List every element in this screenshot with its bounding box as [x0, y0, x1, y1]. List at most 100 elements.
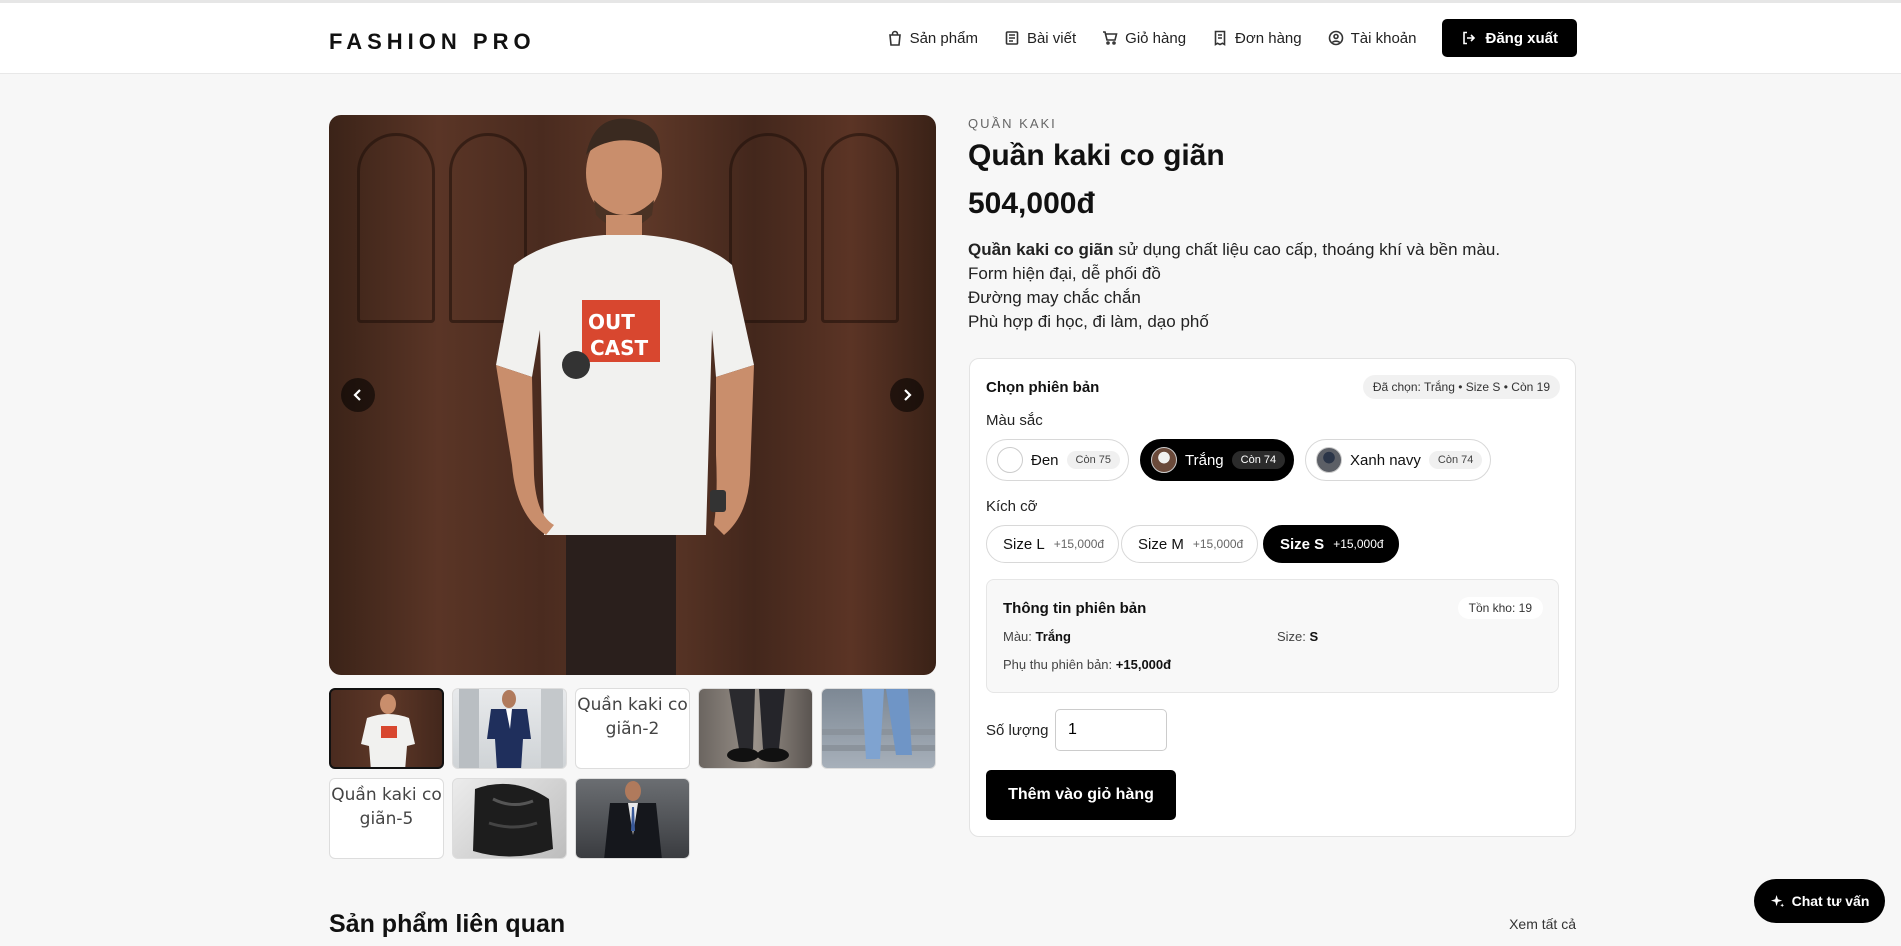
nav-products[interactable]: Sản phẩm	[887, 30, 978, 47]
nav-account-label: Tài khoản	[1350, 29, 1417, 47]
color-option-black[interactable]: Đen Còn 75	[986, 439, 1130, 481]
size-name: Size L	[1003, 535, 1045, 553]
selected-summary-badge: Đã chọn: Trắng • Size S • Còn 19	[1362, 375, 1560, 399]
prev-image-button[interactable]	[341, 378, 375, 412]
product-description: Quần kaki co giãn sử dụng chất liệu cao …	[968, 238, 1500, 334]
color-stock: Còn 75	[1066, 451, 1121, 469]
cart-icon	[1103, 31, 1118, 45]
color-name: Trắng	[1185, 451, 1224, 469]
info-surcharge-value: +15,000đ	[1115, 657, 1172, 672]
thumbnail-4[interactable]	[698, 688, 813, 769]
color-name: Đen	[1031, 451, 1059, 469]
thumbnail-2[interactable]	[452, 688, 567, 769]
thumbnail-photo	[822, 689, 935, 759]
info-size-key: Size:	[1277, 629, 1306, 644]
main-nav: Sản phẩm Bài viết Giỏ hàng Đơn hàng Tài …	[887, 19, 1577, 57]
thumbnail-photo	[473, 783, 553, 857]
nav-orders[interactable]: Đơn hàng	[1212, 30, 1302, 47]
description-text: sử dụng chất liệu cao cấp, thoáng khí và…	[1113, 240, 1501, 259]
bag-icon	[888, 30, 901, 46]
thumbnail-7[interactable]	[452, 778, 567, 859]
thumbnail-alt-text: Quần kaki co giãn-2	[577, 695, 688, 739]
description-line: Đường may chắc chắn	[968, 288, 1141, 307]
info-size: Size: S	[1277, 629, 1318, 644]
door-panel	[357, 133, 435, 323]
nav-articles-label: Bài viết	[1026, 29, 1077, 47]
receipt-icon	[1214, 30, 1226, 46]
description-line: Phù hợp đi học, đi làm, dạo phố	[968, 312, 1209, 331]
nav-orders-label: Đơn hàng	[1235, 29, 1302, 47]
thumbnail-photo	[727, 689, 789, 762]
nav-account[interactable]: Tài khoản	[1328, 29, 1417, 47]
thumbnail-1[interactable]	[329, 688, 444, 769]
article-icon	[1005, 31, 1019, 45]
variant-card: Chọn phiên bản Đã chọn: Trắng • Size S •…	[969, 358, 1576, 837]
variant-info-box: Thông tin phiên bản Tồn kho: 19 Màu: Trắ…	[986, 579, 1559, 693]
thumbnail-photo	[361, 694, 415, 767]
quantity-label: Số lượng	[986, 722, 1049, 739]
color-label: Màu sắc	[986, 412, 1043, 429]
color-swatch	[1316, 447, 1342, 473]
see-all-link[interactable]: Xem tất cả	[1509, 916, 1576, 932]
size-surcharge: +15,000đ	[1192, 537, 1244, 551]
logout-label: Đăng xuất	[1485, 29, 1558, 47]
size-surcharge: +15,000đ	[1333, 537, 1384, 551]
main-product-image: OUT CAST	[329, 115, 936, 675]
thumbnail-8[interactable]	[575, 778, 690, 859]
info-color-value: Trắng	[1035, 629, 1071, 644]
info-color: Màu: Trắng	[1003, 629, 1071, 644]
nav-cart-label: Giỏ hàng	[1125, 29, 1187, 47]
size-option-s[interactable]: Size S +15,000đ	[1263, 525, 1399, 563]
user-icon	[1328, 30, 1343, 46]
size-name: Size S	[1280, 535, 1325, 553]
chat-label: Chat tư vấn	[1791, 893, 1870, 909]
thumbnail-photo	[459, 689, 563, 768]
sparkle-icon	[1770, 894, 1784, 907]
description-first-line: Quần kaki co giãn sử dụng chất liệu cao …	[968, 238, 1500, 262]
variant-info-title: Thông tin phiên bản	[1003, 600, 1147, 617]
size-name: Size M	[1138, 535, 1184, 553]
info-size-value: S	[1309, 629, 1319, 644]
nav-articles[interactable]: Bài viết	[1004, 30, 1076, 47]
color-option-navy[interactable]: Xanh navy Còn 74	[1305, 439, 1492, 481]
thumbnail-5[interactable]	[821, 688, 936, 769]
color-stock: Còn 74	[1231, 451, 1286, 469]
color-option-white[interactable]: Trắng Còn 74	[1140, 439, 1295, 481]
description-bold: Quần kaki co giãn	[968, 240, 1114, 259]
info-surcharge: Phụ thu phiên bản: +15,000đ	[1003, 657, 1171, 672]
thumbnail-3[interactable]: Quần kaki co giãn-2	[575, 688, 690, 769]
variant-title: Chọn phiên bản	[986, 379, 1100, 396]
color-stock: Còn 74	[1428, 451, 1483, 469]
nav-products-label: Sản phẩm	[909, 29, 978, 47]
product-price: 504,000đ	[968, 187, 1095, 220]
size-surcharge: +15,000đ	[1053, 537, 1105, 551]
logout-button[interactable]: Đăng xuất	[1442, 19, 1577, 57]
stock-badge: Tồn kho: 19	[1457, 597, 1543, 619]
chevron-left-icon	[353, 389, 361, 401]
site-header: FASHION PRO Sản phẩm Bài viết Giỏ hàng Đ…	[0, 3, 1901, 74]
model-photo: OUT CAST	[496, 118, 754, 675]
color-name: Xanh navy	[1350, 451, 1421, 469]
chat-button[interactable]: Chat tư vấn	[1754, 879, 1885, 923]
info-color-key: Màu:	[1003, 629, 1032, 644]
product-title: Quần kaki co giãn	[968, 139, 1225, 172]
thumbnail-alt-text: Quần kaki co giãn-5	[331, 785, 442, 829]
size-option-m[interactable]: Size M +15,000đ	[1121, 525, 1259, 563]
logout-icon	[1463, 31, 1476, 45]
quantity-input[interactable]	[1055, 709, 1167, 751]
chevron-right-icon	[904, 389, 912, 401]
add-to-cart-button[interactable]: Thêm vào giỏ hàng	[986, 770, 1176, 820]
info-surcharge-key: Phụ thu phiên bản:	[1003, 657, 1113, 672]
color-swatch	[1151, 447, 1177, 473]
thumbnail-6[interactable]: Quần kaki co giãn-5	[329, 778, 444, 859]
size-option-l[interactable]: Size L +15,000đ	[986, 525, 1120, 563]
next-image-button[interactable]	[890, 378, 924, 412]
logo[interactable]: FASHION PRO	[329, 29, 536, 55]
related-products-title: Sản phẩm liên quan	[329, 910, 566, 938]
svg-text:CAST: CAST	[590, 336, 649, 360]
thumbnail-photo	[604, 781, 662, 858]
description-line: Form hiện đại, dễ phối đồ	[968, 264, 1161, 283]
nav-cart[interactable]: Giỏ hàng	[1102, 30, 1186, 47]
color-swatch	[997, 447, 1023, 473]
door-panel	[821, 133, 899, 323]
